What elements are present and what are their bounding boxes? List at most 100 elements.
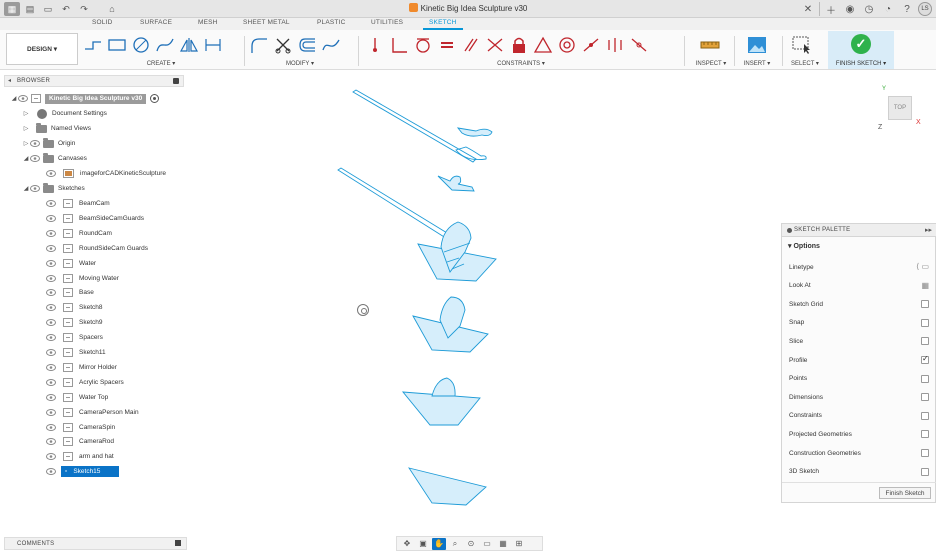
modify-group-label[interactable]: MODIFY ▾ [248, 60, 352, 67]
sketch-list-item[interactable]: Moving Water [46, 272, 119, 285]
tab-utilities[interactable]: UTILITIES [371, 19, 403, 26]
expand-triangle-icon[interactable]: ◢ [10, 95, 18, 102]
line-tool-icon[interactable] [82, 34, 103, 55]
extensions-icon[interactable]: ◉ [842, 1, 858, 17]
checkbox[interactable] [921, 337, 929, 346]
visibility-eye-icon[interactable] [46, 363, 56, 371]
visibility-eye-icon[interactable] [46, 378, 56, 386]
job-status-icon[interactable]: ◷ [861, 1, 877, 17]
new-tab-icon[interactable]: ＋ [823, 1, 839, 17]
inspect-group-label[interactable]: INSPECT ▾ [692, 60, 730, 67]
visibility-eye-icon[interactable] [46, 289, 56, 297]
select-cursor-icon[interactable] [792, 34, 813, 55]
sketch-list-item[interactable]: Sketch8 [46, 301, 103, 314]
notifications-icon[interactable]: ◔ [880, 1, 896, 17]
orbit-icon[interactable]: ✥ [400, 538, 414, 550]
sketch-list-item[interactable]: BeamSideCamGuards [46, 212, 144, 225]
midpoint-constraint-icon[interactable] [532, 34, 553, 55]
tree-item-named-views[interactable]: ▷ Named Views [22, 122, 91, 135]
checkbox[interactable] [921, 430, 929, 439]
tree-root[interactable]: ◢ Kinetic Big Idea Sculpture v30 [10, 92, 160, 105]
help-icon[interactable]: ? [899, 1, 915, 17]
visibility-eye-icon[interactable] [46, 214, 56, 222]
finish-sketch-palette-button[interactable]: Finish Sketch [879, 487, 931, 499]
tab-sheet-metal[interactable]: SHEET METAL [243, 19, 290, 26]
checkbox[interactable] [921, 354, 929, 364]
visibility-eye-icon[interactable] [46, 468, 56, 476]
zoom-icon[interactable]: ⌕ [448, 538, 462, 550]
palette-row-points[interactable]: Points [789, 373, 929, 385]
expand-triangle-icon[interactable]: ◢ [22, 185, 30, 192]
linetype-icons[interactable]: ⟨ ▭ [916, 262, 929, 271]
tree-item-canvas-image[interactable]: imageforCADKineticSculpture [46, 167, 166, 180]
tree-item-canvases[interactable]: ◢ Canvases [22, 152, 87, 165]
measure-tool-icon[interactable] [699, 34, 720, 55]
visibility-eye-icon[interactable] [46, 229, 56, 237]
visibility-eye-icon[interactable] [46, 319, 56, 327]
tab-sketch[interactable]: SKETCH [429, 19, 457, 26]
checkbox[interactable] [921, 467, 929, 476]
visibility-eye-icon[interactable] [46, 200, 56, 208]
sketch-list-item[interactable]: Sketch11 [46, 346, 106, 359]
insert-image-icon[interactable] [746, 34, 767, 55]
spline-tool-icon[interactable] [154, 34, 175, 55]
tab-plastic[interactable]: PLASTIC [317, 19, 346, 26]
tab-surface[interactable]: SURFACE [140, 19, 172, 26]
checkbox[interactable] [921, 318, 929, 327]
curvature-constraint-icon[interactable] [628, 34, 649, 55]
visibility-eye-icon[interactable] [46, 349, 56, 357]
mirror-tool-icon[interactable] [178, 34, 199, 55]
display-settings-icon[interactable]: ▭ [480, 538, 494, 550]
offset-tool-icon[interactable] [296, 34, 317, 55]
tree-item-origin[interactable]: ▷ Origin [22, 137, 75, 150]
select-group-label[interactable]: SELECT ▾ [786, 60, 824, 67]
visibility-eye-icon[interactable] [30, 185, 40, 193]
viewcube-top-face[interactable]: TOP [888, 96, 912, 120]
pan-icon[interactable]: ✋ [432, 537, 446, 550]
avatar[interactable]: LS [918, 2, 932, 16]
symmetry-constraint-icon[interactable] [604, 34, 625, 55]
move-tool-icon[interactable] [320, 34, 341, 55]
sketch-list-item[interactable]: Spacers [46, 331, 103, 344]
visibility-eye-icon[interactable] [46, 244, 56, 252]
palette-row-profile[interactable]: Profile [789, 354, 929, 366]
look-at-icon[interactable]: ▦ [921, 281, 929, 290]
tree-item-sketches[interactable]: ◢ Sketches [22, 182, 85, 195]
options-section[interactable]: ▾ Options [788, 242, 820, 250]
sketch-list-item[interactable]: RoundSideCam Guards [46, 242, 148, 255]
sketch-palette-header[interactable]: SKETCH PALETTE ▸▸ [782, 224, 936, 237]
checkbox[interactable] [921, 393, 929, 402]
sketch-list-item[interactable]: Sketch9 [46, 316, 103, 329]
browser-header[interactable]: ◂ BROWSER [4, 75, 184, 87]
concentric-constraint-icon[interactable] [556, 34, 577, 55]
palette-row-snap[interactable]: Snap [789, 317, 929, 329]
visibility-eye-icon[interactable] [46, 259, 56, 267]
visibility-eye-icon[interactable] [46, 334, 56, 342]
tab-mesh[interactable]: MESH [198, 19, 218, 26]
visibility-eye-icon[interactable] [46, 423, 56, 431]
tab-solid[interactable]: SOLID [92, 19, 113, 26]
sketch-list-item[interactable]: RoundCam [46, 227, 112, 240]
expand-triangle-icon[interactable]: ▷ [22, 125, 30, 132]
visibility-eye-icon[interactable] [46, 438, 56, 446]
comments-panel[interactable]: COMMENTS [4, 537, 187, 550]
horizontal-vertical-constraint-icon[interactable] [388, 34, 409, 55]
palette-row-sketch-grid[interactable]: Sketch Grid [789, 298, 929, 310]
collapse-palette-icon[interactable]: ▸▸ [925, 226, 932, 234]
palette-row-constraints[interactable]: Constraints [789, 410, 929, 422]
pin-icon[interactable] [173, 78, 179, 84]
collinear-constraint-icon[interactable] [580, 34, 601, 55]
checkbox[interactable] [921, 374, 929, 383]
visibility-eye-icon[interactable] [46, 274, 56, 282]
visibility-eye-icon[interactable] [30, 155, 40, 163]
perpendicular-constraint-icon[interactable] [484, 34, 505, 55]
look-at-icon[interactable]: ▣ [416, 538, 430, 550]
visibility-eye-icon[interactable] [46, 170, 56, 178]
checkbox[interactable] [921, 300, 929, 309]
sketch-list-item[interactable]: arm and hat [46, 450, 114, 463]
activate-target-icon[interactable] [150, 94, 160, 103]
sketch-list-item[interactable]: Base [46, 286, 94, 299]
rectangle-tool-icon[interactable] [106, 34, 127, 55]
checkbox[interactable] [921, 411, 929, 420]
expand-triangle-icon[interactable]: ▷ [22, 110, 30, 117]
